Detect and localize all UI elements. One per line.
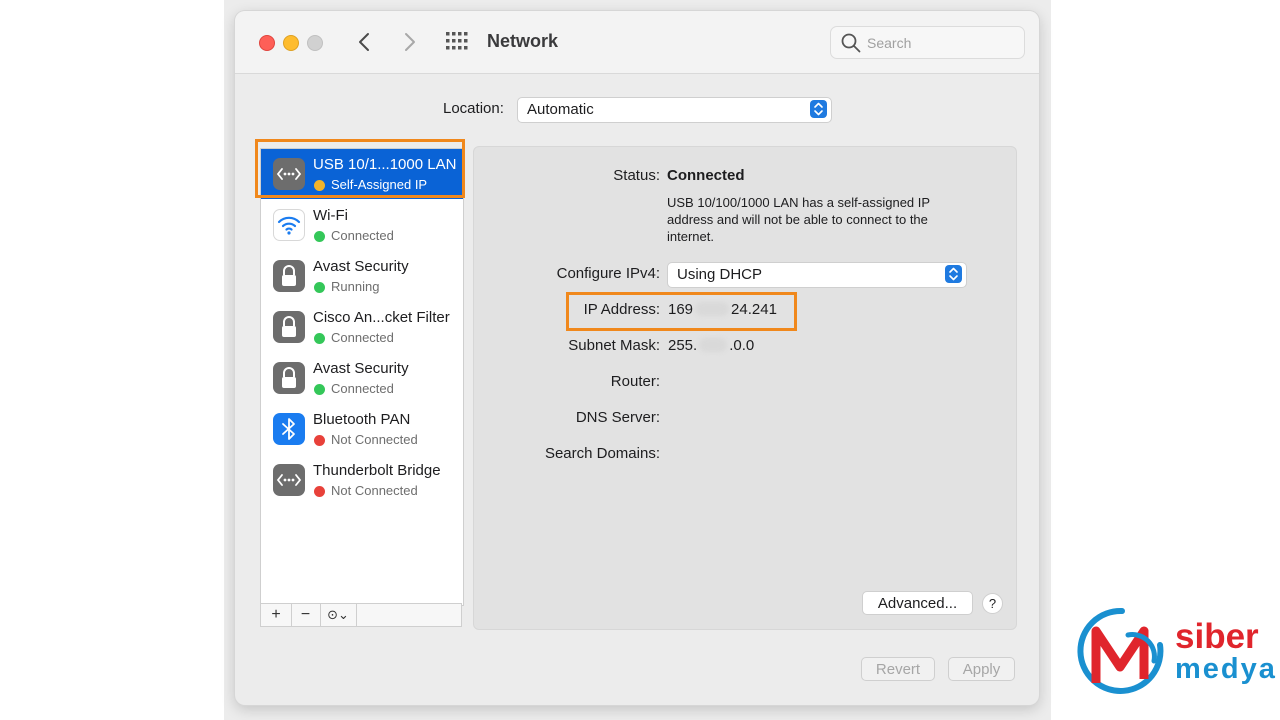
- router-label: Router:: [610, 373, 660, 390]
- lock-icon: [273, 311, 305, 343]
- status-label: Status:: [613, 167, 660, 184]
- wifi-icon: [273, 209, 305, 241]
- window-title: Network: [487, 31, 559, 51]
- service-status: Running: [331, 279, 380, 294]
- search-domains-label: Search Domains:: [544, 445, 660, 462]
- close-window-button[interactable]: [259, 35, 275, 51]
- service-name: Bluetooth PAN: [313, 411, 411, 428]
- service-actions-menu[interactable]: ⊙⌄: [320, 604, 357, 626]
- status-value: Connected: [667, 167, 745, 184]
- location-value: Automatic: [527, 101, 594, 118]
- selected-service-highlight: [255, 139, 465, 198]
- grid-icon: [446, 32, 468, 50]
- search-icon: [841, 33, 861, 53]
- service-name: Thunderbolt Bridge: [313, 462, 441, 479]
- up-down-chevron-icon: [814, 102, 823, 116]
- location-label: Location:: [443, 100, 504, 117]
- remove-service-button[interactable]: −: [291, 604, 321, 626]
- service-status: Connected: [331, 381, 394, 396]
- configure-ipv4-label: Configure IPv4:: [556, 265, 660, 282]
- chevron-left-icon: [359, 33, 369, 51]
- subnet-suffix: .0.0: [729, 337, 755, 354]
- zoom-window-button[interactable]: [307, 35, 323, 51]
- status-description: USB 10/100/1000 LAN has a self-assigned …: [667, 195, 930, 244]
- subnet-mask-label: Subnet Mask:: [568, 337, 660, 354]
- subnet-prefix: 255.: [668, 337, 698, 354]
- service-name: Avast Security: [313, 258, 409, 275]
- lock-icon: [273, 362, 305, 394]
- service-item-thunderbolt-bridge[interactable]: Thunderbolt Bridge Not Connected: [261, 455, 463, 505]
- forward-button[interactable]: [397, 30, 421, 54]
- configure-stepper: [945, 265, 962, 283]
- ethernet-icon: [273, 464, 305, 496]
- help-button[interactable]: ?: [982, 593, 1003, 614]
- status-dot: [314, 384, 325, 395]
- network-preferences-window: Network Search Location: Automatic USB 1…: [235, 11, 1039, 705]
- status-dot: [314, 282, 325, 293]
- service-status: Connected: [331, 330, 394, 345]
- titlebar: Network Search: [235, 11, 1039, 74]
- search-field[interactable]: Search: [830, 26, 1025, 59]
- revert-button[interactable]: Revert: [861, 657, 935, 681]
- service-name: Avast Security: [313, 360, 409, 377]
- chevron-right-icon: [405, 33, 415, 51]
- service-name: Cisco An...cket Filter: [313, 309, 450, 326]
- redacted-segment: [699, 338, 728, 352]
- bluetooth-icon: [273, 413, 305, 445]
- service-list-toolbar: + − ⊙⌄: [260, 603, 462, 627]
- service-item-bluetooth-pan[interactable]: Bluetooth PAN Not Connected: [261, 404, 463, 454]
- service-item-avast-security[interactable]: Avast Security Running: [261, 251, 463, 301]
- location-select[interactable]: Automatic: [517, 97, 832, 123]
- service-item-cisco-filter[interactable]: Cisco An...cket Filter Connected: [261, 302, 463, 352]
- logo-text-siber: siber: [1175, 617, 1259, 656]
- service-status: Not Connected: [331, 432, 418, 447]
- advanced-button[interactable]: Advanced...: [862, 591, 973, 615]
- siber-medya-logo: siber medya: [1070, 605, 1280, 705]
- status-dot: [314, 231, 325, 242]
- status-dot: [314, 486, 325, 497]
- service-status: Connected: [331, 228, 394, 243]
- configure-ipv4-value: Using DHCP: [677, 266, 763, 283]
- lock-icon: [273, 260, 305, 292]
- search-placeholder: Search: [867, 35, 912, 51]
- status-dot: [314, 333, 325, 344]
- back-button[interactable]: [353, 30, 377, 54]
- apply-button[interactable]: Apply: [948, 657, 1015, 681]
- add-service-button[interactable]: +: [261, 604, 292, 626]
- logo-text-medya: medya: [1175, 653, 1277, 685]
- up-down-chevron-icon: [949, 267, 958, 281]
- subnet-mask-value: 255. .0.0: [668, 337, 754, 354]
- minimize-window-button[interactable]: [283, 35, 299, 51]
- service-name: Wi-Fi: [313, 207, 348, 224]
- status-dot: [314, 435, 325, 446]
- service-item-avast-security-2[interactable]: Avast Security Connected: [261, 353, 463, 403]
- show-all-button[interactable]: [446, 32, 468, 50]
- dns-server-label: DNS Server:: [575, 409, 660, 426]
- location-stepper: [810, 100, 827, 118]
- service-item-wifi[interactable]: Wi-Fi Connected: [261, 200, 463, 250]
- service-status: Not Connected: [331, 483, 418, 498]
- service-list[interactable]: USB 10/1...1000 LAN Self-Assigned IP Wi-…: [260, 148, 464, 606]
- brand-logo-icon: [1077, 607, 1164, 694]
- configure-ipv4-select[interactable]: Using DHCP: [667, 262, 967, 288]
- ip-address-highlight: [566, 292, 797, 331]
